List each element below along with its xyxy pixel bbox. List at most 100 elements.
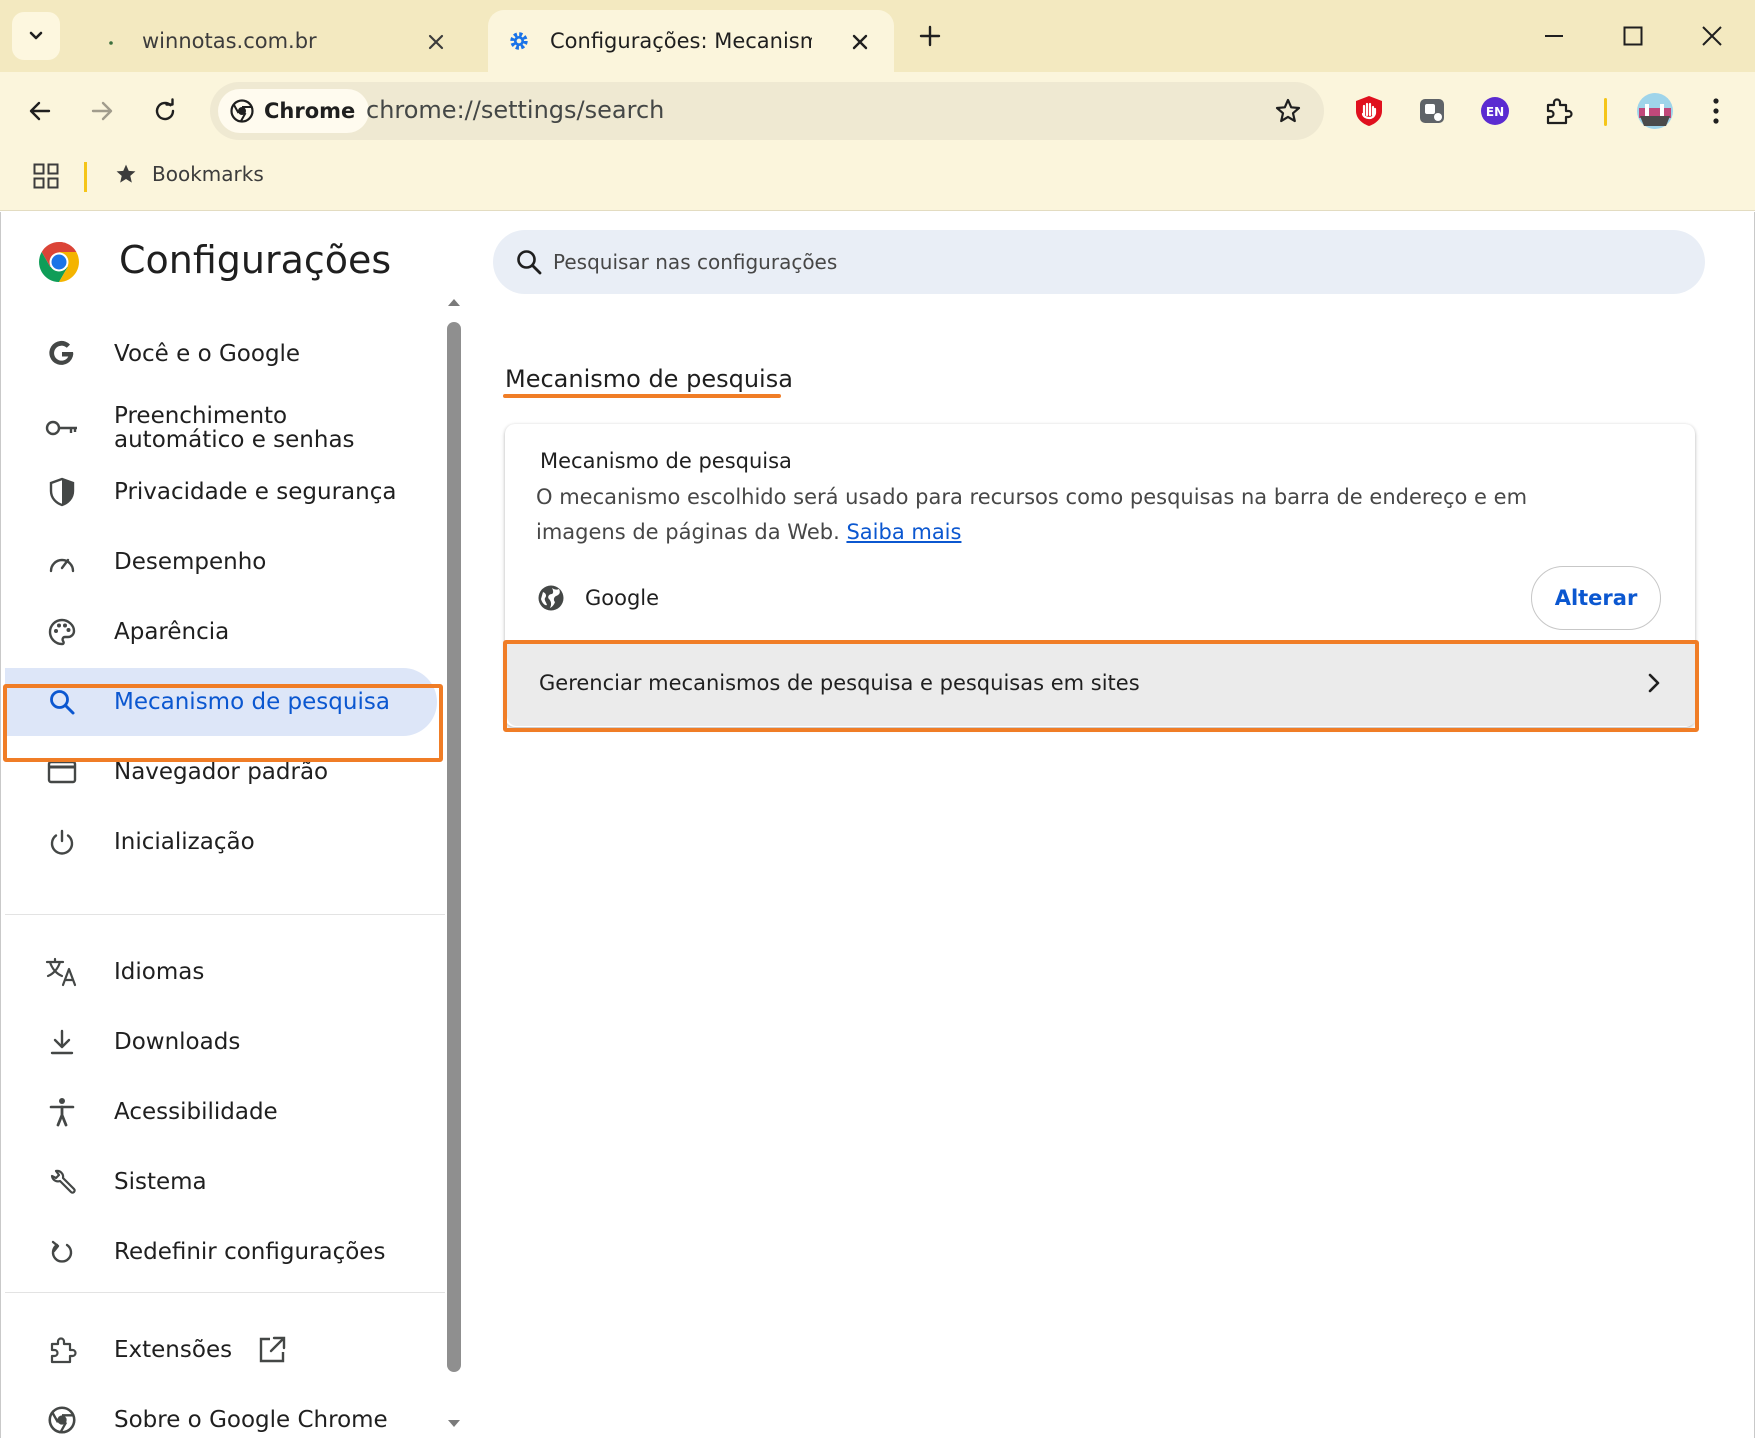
reload-icon [155,98,175,121]
engine-name: Google [585,586,660,610]
sidebar-item-reset[interactable]: Redefinir configurações [5,1218,437,1286]
sidebar-item-you-and-google[interactable]: Você e o Google [5,320,437,388]
highlight-annotation-nav [3,684,443,762]
close-icon [852,34,868,50]
tab-settings[interactable]: Configurações: Mecanismo de p [488,10,894,72]
download-icon [45,1025,79,1059]
new-tab-button[interactable] [912,18,948,54]
close-window-button[interactable] [1682,14,1742,58]
speedometer-icon [45,545,79,579]
external-link-icon [259,1336,286,1363]
extension-tile-icon [1420,99,1444,123]
chip-label: Chrome [264,99,356,123]
maximize-button[interactable] [1603,14,1663,58]
bookmarks-folder[interactable]: Bookmarks [114,162,264,186]
sidebar-item-about-chrome[interactable]: Sobre o Google Chrome [5,1386,437,1438]
chrome-icon [230,99,254,123]
arrow-right-icon [91,101,113,121]
sidebar-item-label: Você e o Google [114,340,301,367]
puzzle-icon [45,1333,79,1367]
extension-tile-button[interactable] [1413,92,1451,130]
translate-icon [45,955,79,989]
change-search-engine-button[interactable]: Alterar [1531,566,1661,630]
sidebar-item-accessibility[interactable]: Acessibilidade [5,1078,437,1146]
apps-grid-button[interactable] [32,162,60,190]
chrome-logo [37,240,81,284]
sidebar-item-system[interactable]: Sistema [5,1148,437,1216]
accessibility-icon [45,1095,79,1129]
arrow-left-icon [29,101,51,121]
tab-title: Configurações: Mecanismo de p [550,29,812,53]
plus-icon [919,25,941,47]
close-tab-button[interactable] [848,30,872,54]
dot-favicon [100,30,122,52]
sidebar-item-downloads[interactable]: Downloads [5,1008,437,1076]
sidebar-item-languages[interactable]: Idiomas [5,938,437,1006]
sidebar-item-appearance[interactable]: Aparência [5,598,437,666]
sidebar-item-privacy[interactable]: Privacidade e segurança [5,458,437,526]
scroll-up-arrow-icon[interactable] [447,296,461,308]
language-en-label: EN [1486,105,1504,119]
language-en-icon: EN [1481,97,1509,125]
sidebar-item-label: Sistema [114,1168,207,1195]
sidebar-item-label: Sobre o Google Chrome [114,1406,388,1433]
toolbar-separator [1604,98,1607,126]
globe-icon [538,585,564,611]
sidebar-item-extensions[interactable]: Extensões [5,1316,437,1384]
scroll-down-arrow-icon[interactable] [447,1418,461,1430]
ublock-icon [1356,96,1382,126]
sidebar-item-label: Aparência [114,618,230,645]
close-icon [428,34,444,50]
palette-icon [45,615,79,649]
sidebar-item-performance[interactable]: Desempenho [5,528,437,596]
language-extension-button[interactable]: EN [1476,92,1514,130]
close-tab-button[interactable] [424,30,448,54]
minimize-button[interactable] [1524,14,1584,58]
card-description: O mecanismo escolhido será usado para re… [536,480,1616,550]
tab-title: winnotas.com.br [142,29,317,53]
sidebar-item-label: Preenchimento automático e senhas [114,402,355,453]
sidebar-divider [5,914,445,915]
maximize-icon [1623,26,1643,46]
tab-winnotas[interactable]: winnotas.com.br [80,10,470,72]
minimize-icon [1545,35,1563,37]
url-text[interactable]: chrome://settings/search [366,96,664,124]
chrome-menu-button[interactable] [1697,92,1735,130]
sidebar-item-label: Downloads [114,1028,241,1055]
sidebar-scroll-thumb[interactable] [447,322,461,1372]
star-filled-icon [116,164,136,183]
highlight-annotation-manage [503,640,1699,732]
sidebar-item-label: Redefinir configurações [114,1238,386,1265]
search-input[interactable] [553,242,1653,282]
sidebar-item-label: Extensões [114,1336,233,1363]
reset-icon [45,1235,79,1269]
extensions-menu-button[interactable] [1539,92,1577,130]
forward-button[interactable] [79,88,125,134]
card-description-text: O mecanismo escolhido será usado para re… [536,485,1528,544]
tab-search-button[interactable] [12,12,60,60]
title-bar: winnotas.com.br Configurações: Mecanismo… [0,0,1755,72]
section-title: Mecanismo de pesquisa [505,365,793,393]
settings-search-box[interactable] [493,230,1705,294]
google-g-icon [45,337,79,371]
puzzle-icon [1546,98,1573,125]
back-button[interactable] [17,88,63,134]
card-title: Mecanismo de pesquisa [540,449,792,473]
ublock-extension-button[interactable] [1350,92,1388,130]
learn-more-link[interactable]: Saiba mais [846,520,961,544]
profile-avatar-button[interactable] [1634,90,1676,132]
reload-button[interactable] [142,88,188,134]
bookmark-star-button[interactable] [1272,95,1304,127]
chrome-icon [45,1403,79,1437]
bookmarks-bar: Bookmarks [0,150,1755,211]
key-icon [45,411,79,445]
sidebar-item-label: Acessibilidade [114,1098,278,1125]
sidebar-item-label: Idiomas [114,958,205,985]
sidebar-item-startup[interactable]: Inicialização [5,808,437,876]
sidebar-divider [5,1292,445,1293]
gear-icon [508,30,530,52]
address-bar[interactable]: Chrome chrome://settings/search [210,82,1324,140]
site-info-chip[interactable]: Chrome [218,89,370,133]
sidebar-item-label: Inicialização [114,828,255,855]
star-icon [1275,98,1301,123]
